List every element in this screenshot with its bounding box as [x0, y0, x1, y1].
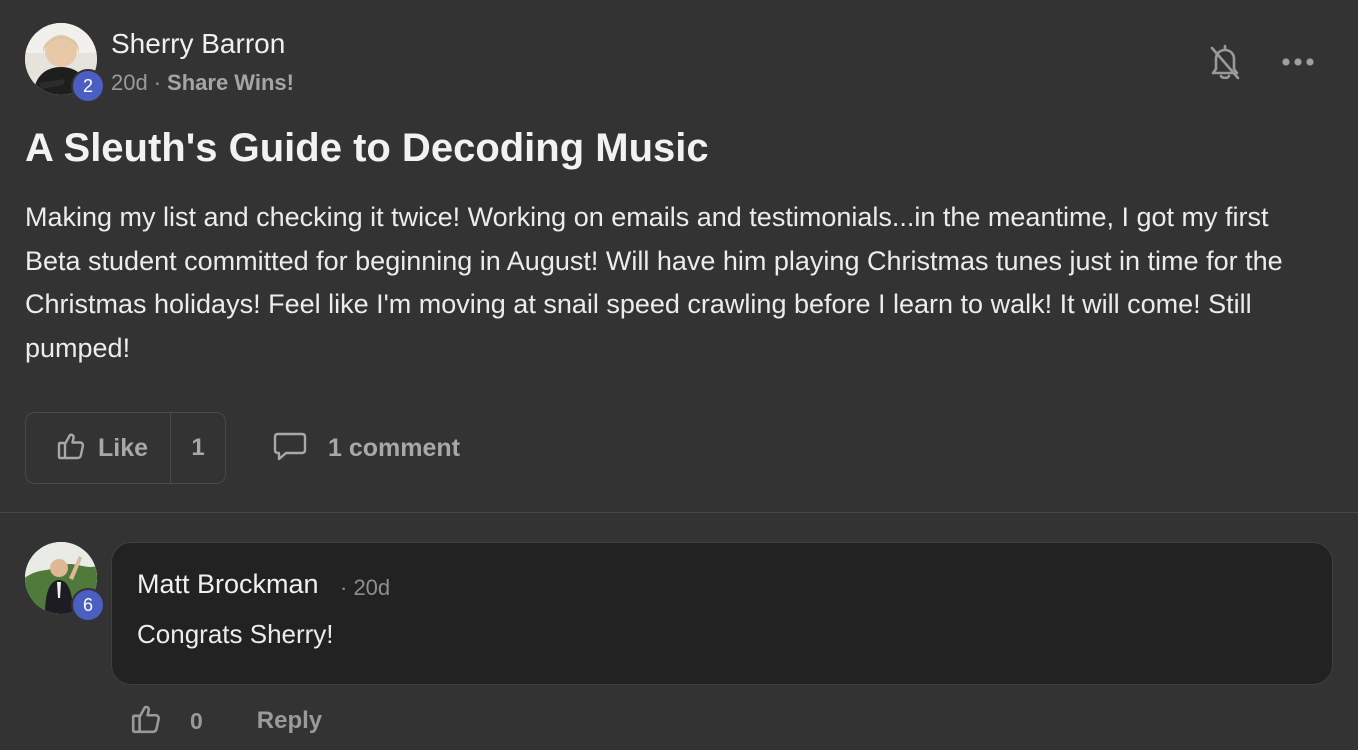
more-icon[interactable] [1278, 46, 1318, 78]
author-level-badge: 2 [71, 69, 105, 103]
comment-like-count: 0 [190, 707, 203, 734]
like-count[interactable]: 1 [171, 413, 225, 483]
comment-actions: 0 Reply [130, 702, 322, 740]
post-body: Making my list and checking it twice! Wo… [25, 202, 1283, 363]
meta-separator: · [153, 70, 162, 95]
reply-button[interactable]: Reply [257, 707, 322, 735]
author-avatar[interactable]: 2 [25, 23, 105, 103]
like-control: Like 1 [25, 412, 226, 484]
bell-off-icon[interactable] [1206, 42, 1244, 82]
post-title[interactable]: A Sleuth's Guide to Decoding Music [25, 126, 709, 171]
author-name[interactable]: Sherry Barron [111, 28, 285, 60]
thumbs-up-icon [56, 431, 86, 466]
chat-bubble-icon [272, 430, 308, 467]
post-card: 2 Sherry Barron 20d · Share Wins! A Sleuth… [0, 0, 1358, 512]
comment-count-label: 1 comment [328, 433, 460, 462]
post-category[interactable]: Share Wins! [167, 70, 294, 95]
comment-like-button[interactable]: 0 [130, 703, 203, 740]
comment-bubble: Matt Brockman · 20d Congrats Sherry! [111, 542, 1333, 685]
commenter-name[interactable]: Matt Brockman [137, 569, 319, 600]
like-button[interactable]: Like [26, 413, 171, 483]
commenter-avatar[interactable]: 6 [25, 542, 105, 622]
comment-time: · 20d [340, 575, 391, 600]
thumbs-up-icon [130, 703, 162, 740]
commenter-level-badge: 6 [71, 588, 105, 622]
section-divider [0, 512, 1358, 513]
post-time: 20d [111, 70, 148, 95]
like-label: Like [98, 433, 149, 462]
comment-text: Congrats Sherry! [137, 619, 334, 649]
comment-button[interactable]: 1 comment [272, 428, 460, 468]
post-meta: 20d · Share Wins! [111, 70, 294, 96]
